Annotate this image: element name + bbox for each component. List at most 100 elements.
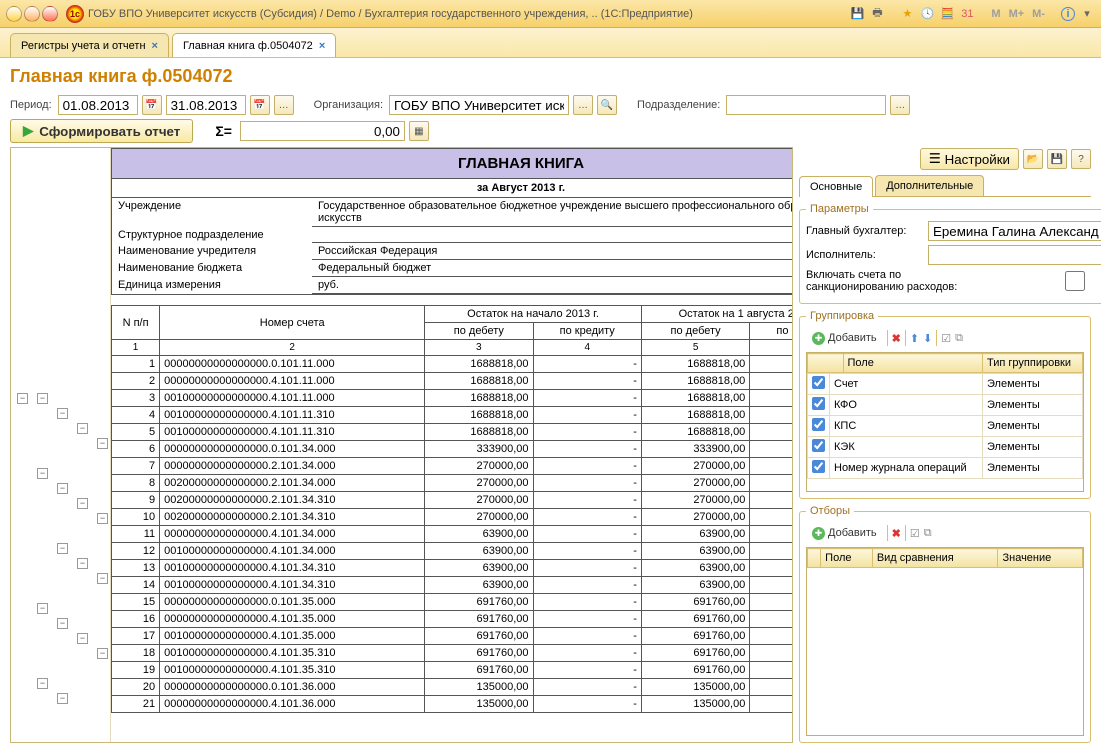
row-checkbox[interactable] xyxy=(812,439,825,452)
window-maximize-button[interactable] xyxy=(24,6,40,22)
tab-main-settings[interactable]: Основные xyxy=(799,176,873,197)
list-item[interactable]: КЭКЭлементы xyxy=(808,437,1083,458)
tab-registers[interactable]: Регистры учета и отчетн × xyxy=(10,33,169,57)
m-button[interactable]: M xyxy=(989,8,1002,20)
tree-node[interactable]: − xyxy=(37,678,48,689)
table-row[interactable]: 2000000000000000000.0.101.36.000135000,0… xyxy=(112,679,793,696)
tree-node[interactable]: − xyxy=(97,513,108,524)
filters-add-button[interactable]: Добавить xyxy=(806,523,883,543)
dept-select-button[interactable]: … xyxy=(890,95,910,115)
grouping-delete-icon[interactable]: ✖ xyxy=(892,332,901,345)
tree-node[interactable]: − xyxy=(57,693,68,704)
tree-node[interactable]: − xyxy=(77,558,88,569)
tree-node[interactable]: − xyxy=(57,408,68,419)
tree-node[interactable]: − xyxy=(57,483,68,494)
table-row[interactable]: 200000000000000000.4.101.11.0001688818,0… xyxy=(112,373,793,390)
close-icon[interactable]: × xyxy=(152,40,158,52)
grouping-down-icon[interactable]: ⬇ xyxy=(923,332,932,345)
tree-node[interactable]: − xyxy=(97,648,108,659)
table-row[interactable]: 1100000000000000000.4.101.34.00063900,00… xyxy=(112,526,793,543)
table-row[interactable]: 800200000000000000.2.101.34.000270000,00… xyxy=(112,475,793,492)
calculator-icon[interactable]: 🧮 xyxy=(939,6,955,22)
m-minus-button[interactable]: M- xyxy=(1030,8,1047,20)
tab-main-book[interactable]: Главная книга ф.0504072 × xyxy=(172,33,336,57)
row-checkbox[interactable] xyxy=(812,376,825,389)
settings-help-icon[interactable]: ? xyxy=(1071,149,1091,169)
window-close-button[interactable] xyxy=(42,6,58,22)
tree-node[interactable]: − xyxy=(57,543,68,554)
dropdown-icon[interactable]: ▾ xyxy=(1079,6,1095,22)
tab-extra-settings[interactable]: Дополнительные xyxy=(875,175,984,196)
generate-report-button[interactable]: Сформировать отчет xyxy=(10,119,193,143)
info-icon[interactable]: i xyxy=(1061,7,1075,21)
list-item[interactable]: КПСЭлементы xyxy=(808,416,1083,437)
row-checkbox[interactable] xyxy=(812,397,825,410)
table-row[interactable]: 1300100000000000000.4.101.34.31063900,00… xyxy=(112,560,793,577)
include-checkbox[interactable] xyxy=(987,271,1101,291)
org-search-button[interactable]: 🔍 xyxy=(597,95,617,115)
row-checkbox[interactable] xyxy=(812,460,825,473)
filters-copy-icon[interactable]: ⧉ xyxy=(924,527,932,540)
table-row[interactable]: 100000000000000000.0.101.11.0001688818,0… xyxy=(112,356,793,373)
period-to-input[interactable] xyxy=(166,95,246,115)
filters-checkall-icon[interactable]: ☑ xyxy=(910,527,920,540)
settings-open-icon[interactable]: 📂 xyxy=(1023,149,1043,169)
calendar-icon[interactable]: 31 xyxy=(959,6,975,22)
table-row[interactable]: 1000200000000000000.2.101.34.310270000,0… xyxy=(112,509,793,526)
tree-node[interactable]: − xyxy=(97,573,108,584)
period-from-input[interactable] xyxy=(58,95,138,115)
period-select-button[interactable]: … xyxy=(274,95,294,115)
tree-node[interactable]: − xyxy=(77,498,88,509)
tree-node[interactable]: − xyxy=(37,468,48,479)
sum-select-button[interactable]: ▦ xyxy=(409,121,429,141)
table-row[interactable]: 1600000000000000000.4.101.35.000691760,0… xyxy=(112,611,793,628)
grouping-add-button[interactable]: Добавить xyxy=(806,328,883,348)
close-icon[interactable]: × xyxy=(319,40,325,52)
table-row[interactable]: 1200100000000000000.4.101.34.00063900,00… xyxy=(112,543,793,560)
sum-input[interactable] xyxy=(240,121,405,141)
row-checkbox[interactable] xyxy=(812,418,825,431)
list-item[interactable]: КФОЭлементы xyxy=(808,395,1083,416)
table-row[interactable]: 600000000000000000.0.101.34.000333900,00… xyxy=(112,441,793,458)
favorite-icon[interactable]: ★ xyxy=(899,6,915,22)
accountant-input[interactable] xyxy=(928,221,1101,241)
settings-button[interactable]: ☰ Настройки xyxy=(920,148,1019,170)
list-item[interactable]: Номер журнала операцийЭлементы xyxy=(808,458,1083,479)
org-input[interactable] xyxy=(389,95,569,115)
org-select-button[interactable]: … xyxy=(573,95,593,115)
table-row[interactable]: 1500000000000000000.0.101.35.000691760,0… xyxy=(112,594,793,611)
window-minimize-button[interactable] xyxy=(6,6,22,22)
tree-node[interactable]: − xyxy=(37,603,48,614)
table-row[interactable]: 300100000000000000.4.101.11.0001688818,0… xyxy=(112,390,793,407)
table-row[interactable]: 1800100000000000000.4.101.35.310691760,0… xyxy=(112,645,793,662)
save-icon[interactable]: 💾 xyxy=(849,6,865,22)
settings-save-icon[interactable]: 💾 xyxy=(1047,149,1067,169)
tree-node[interactable]: − xyxy=(17,393,28,404)
grouping-up-icon[interactable]: ⬆ xyxy=(910,332,919,345)
filters-delete-icon[interactable]: ✖ xyxy=(892,527,901,540)
dept-input[interactable] xyxy=(726,95,886,115)
tree-node[interactable]: − xyxy=(77,633,88,644)
print-icon[interactable]: 🖶 xyxy=(869,6,885,22)
performer-input[interactable] xyxy=(928,245,1101,265)
table-row[interactable]: 1900100000000000000.4.101.35.310691760,0… xyxy=(112,662,793,679)
calendar-to-button[interactable]: 📅 xyxy=(250,95,270,115)
tree-node[interactable]: − xyxy=(37,393,48,404)
table-row[interactable]: 1700100000000000000.4.101.35.000691760,0… xyxy=(112,628,793,645)
list-item[interactable]: СчетЭлементы xyxy=(808,374,1083,395)
history-icon[interactable]: 🕓 xyxy=(919,6,935,22)
calendar-from-button[interactable]: 📅 xyxy=(142,95,162,115)
tree-node[interactable]: − xyxy=(77,423,88,434)
table-row[interactable]: 500100000000000000.4.101.11.3101688818,0… xyxy=(112,424,793,441)
tree-node[interactable]: − xyxy=(57,618,68,629)
tree-gutter[interactable]: − − − − − − − − − − − − − − − − − − xyxy=(11,148,111,742)
table-row[interactable]: 400100000000000000.4.101.11.3101688818,0… xyxy=(112,407,793,424)
tree-node[interactable]: − xyxy=(97,438,108,449)
table-row[interactable]: 700000000000000000.2.101.34.000270000,00… xyxy=(112,458,793,475)
table-row[interactable]: 1400100000000000000.4.101.34.31063900,00… xyxy=(112,577,793,594)
m-plus-button[interactable]: M+ xyxy=(1007,8,1027,20)
grouping-checkall-icon[interactable]: ☑ xyxy=(941,332,951,345)
table-row[interactable]: 2100000000000000000.4.101.36.000135000,0… xyxy=(112,696,793,713)
grouping-copy-icon[interactable]: ⧉ xyxy=(955,332,963,345)
table-row[interactable]: 900200000000000000.2.101.34.310270000,00… xyxy=(112,492,793,509)
